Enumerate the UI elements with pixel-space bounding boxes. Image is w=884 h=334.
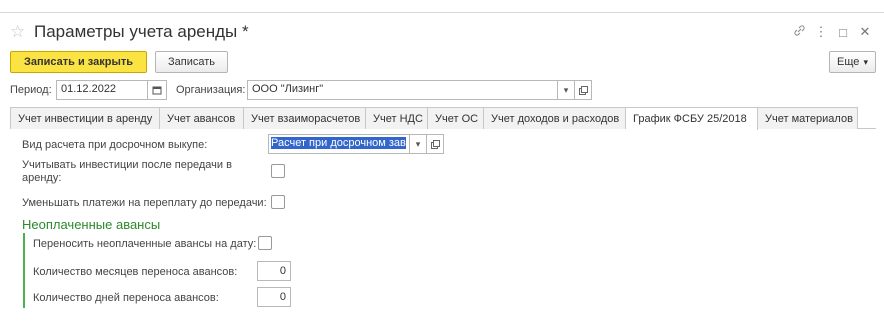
reduce-checkbox[interactable] [271, 195, 285, 209]
calc-type-label: Вид расчета при досрочном выкупе: [22, 139, 208, 151]
section-title-unpaid-advances: Неоплаченные авансы [22, 217, 161, 232]
more-icon[interactable]: ⋮ [810, 24, 832, 40]
window-controls: ⋮ □ ✕ [788, 22, 876, 42]
period-input[interactable]: 01.12.2022 [56, 80, 148, 100]
tab-investments[interactable]: Учет инвестиции в аренду [10, 107, 160, 129]
calendar-icon[interactable] [148, 80, 167, 100]
organization-open-icon[interactable] [575, 80, 592, 100]
save-and-close-button[interactable]: Записать и закрыть [10, 51, 147, 73]
favorite-star-icon[interactable]: ☆ [10, 22, 30, 42]
tab-fixed-assets[interactable]: Учет ОС [428, 107, 484, 129]
chevron-down-icon: ▾ [863, 56, 868, 67]
calc-type-open-icon[interactable] [427, 134, 444, 154]
tab-advances[interactable]: Учет авансов [160, 107, 244, 129]
tab-bar: Учет инвестиции в аренду Учет авансов Уч… [10, 107, 876, 130]
calc-type-dropdown-icon[interactable]: ▾ [410, 134, 427, 154]
calc-type-value: Расчет при досрочном зав [271, 137, 406, 149]
maximize-icon[interactable]: □ [832, 25, 854, 40]
tab-vat[interactable]: Учет НДС [366, 107, 428, 129]
close-icon[interactable]: ✕ [854, 24, 876, 40]
months-input[interactable]: 0 [257, 261, 291, 281]
tab-settlements[interactable]: Учет взаиморасчетов [244, 107, 366, 129]
transfer-label: Переносить неоплаченные авансы на дату: [33, 238, 257, 250]
transfer-checkbox[interactable] [258, 236, 272, 250]
organization-input[interactable]: ООО "Лизинг" [247, 80, 558, 100]
tab-income-expenses[interactable]: Учет доходов и расходов [484, 107, 626, 129]
reduce-label: Уменьшать платежи на переплату до переда… [22, 197, 267, 209]
more-label: Еще [837, 56, 860, 68]
invest-label-line2: аренду: [22, 172, 62, 184]
tab-materials[interactable]: Учет материалов [758, 107, 858, 129]
page-title: Параметры учета аренды * [34, 22, 249, 41]
save-button[interactable]: Записать [155, 51, 228, 73]
organization-dropdown-icon[interactable]: ▾ [558, 80, 575, 100]
tab-fsbu-schedule[interactable]: График ФСБУ 25/2018 [626, 107, 758, 130]
link-icon[interactable] [788, 24, 810, 40]
invest-label-line1: Учитывать инвестиции после передачи в [22, 159, 232, 171]
invest-checkbox[interactable] [271, 164, 285, 178]
calc-type-select[interactable]: Расчет при досрочном зав [268, 134, 410, 154]
organization-label: Организация: [176, 84, 246, 96]
months-label: Количество месяцев переноса авансов: [33, 266, 238, 278]
top-border [0, 12, 884, 13]
days-input[interactable]: 0 [257, 287, 291, 307]
period-label: Период: [10, 84, 52, 96]
more-button[interactable]: Еще ▾ [829, 51, 876, 73]
group-indicator [23, 233, 25, 308]
days-label: Количество дней переноса авансов: [33, 292, 219, 304]
title-row: ☆ Параметры учета аренды * [10, 22, 249, 42]
